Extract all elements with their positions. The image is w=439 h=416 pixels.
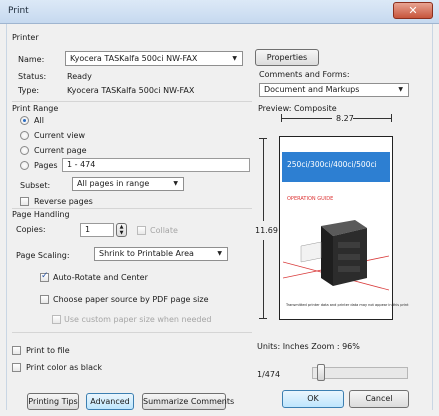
preview-width-value: 8.27 bbox=[336, 114, 354, 123]
preview-title: Preview: Composite bbox=[258, 104, 337, 113]
preview-cover-title: 250ci/300ci/400ci/500ci bbox=[287, 160, 377, 169]
type-label: Type: bbox=[18, 86, 40, 95]
print-to-file-checkbox[interactable] bbox=[12, 346, 21, 355]
custom-paper-size-label: Use custom paper size when needed bbox=[64, 315, 212, 324]
radio-all[interactable] bbox=[20, 116, 29, 125]
window-title: Print bbox=[8, 6, 29, 16]
title-bar bbox=[0, 0, 439, 24]
comments-forms-select[interactable]: Document and Markups ▼ bbox=[259, 83, 409, 97]
subset-label: Subset: bbox=[20, 181, 51, 190]
pages-input[interactable]: 1 - 474 bbox=[62, 158, 250, 172]
radio-pages[interactable] bbox=[20, 161, 29, 170]
height-line-top bbox=[263, 139, 264, 221]
print-range-title: Print Range bbox=[12, 104, 59, 113]
subset-value: All pages in range bbox=[77, 179, 150, 188]
width-line-left bbox=[282, 118, 332, 119]
collate-label: Collate bbox=[150, 226, 178, 235]
copies-input[interactable]: 1 bbox=[80, 223, 114, 237]
radio-pages-label: Pages bbox=[34, 161, 58, 170]
reverse-pages-label: Reverse pages bbox=[34, 197, 93, 206]
status-value: Ready bbox=[67, 72, 92, 81]
printer-illustration bbox=[283, 220, 389, 291]
printer-section-title: Printer bbox=[12, 33, 39, 42]
copies-stepper[interactable]: ▲ ▼ bbox=[116, 223, 127, 237]
radio-current-page-label: Current page bbox=[34, 146, 87, 155]
printer-name-select[interactable]: Kyocera TASKalfa 500ci NW-FAX ▼ bbox=[65, 51, 243, 66]
advanced-button[interactable]: Advanced bbox=[86, 393, 134, 410]
printer-name-value: Kyocera TASKalfa 500ci NW-FAX bbox=[70, 54, 198, 63]
chevron-down-icon: ▼ bbox=[173, 180, 178, 187]
comments-forms-label: Comments and Forms: bbox=[259, 70, 350, 79]
width-line-right bbox=[353, 118, 391, 119]
page-counter: 1/474 bbox=[257, 370, 281, 379]
cancel-button[interactable]: Cancel bbox=[349, 390, 409, 408]
print-to-file-label: Print to file bbox=[26, 346, 70, 355]
close-button[interactable]: ✕ bbox=[393, 2, 433, 19]
width-tick-right bbox=[391, 114, 392, 122]
printer-name-label: Name: bbox=[18, 55, 45, 64]
divider bbox=[12, 208, 252, 209]
copies-label: Copies: bbox=[16, 225, 46, 234]
auto-rotate-checkbox[interactable] bbox=[40, 271, 49, 282]
page-slider-track[interactable] bbox=[312, 367, 408, 379]
divider bbox=[12, 101, 252, 102]
stepper-down-icon: ▼ bbox=[119, 230, 124, 236]
radio-current-view-label: Current view bbox=[34, 131, 86, 140]
chevron-down-icon: ▼ bbox=[217, 250, 222, 257]
print-color-black-label: Print color as black bbox=[26, 363, 103, 372]
radio-current-view[interactable] bbox=[20, 131, 29, 140]
radio-all-label: All bbox=[34, 116, 44, 125]
chevron-down-icon: ▼ bbox=[398, 86, 403, 93]
page-handling-title: Page Handling bbox=[12, 210, 70, 219]
choose-paper-source-label: Choose paper source by PDF page size bbox=[53, 295, 209, 304]
chevron-down-icon: ▼ bbox=[232, 55, 237, 62]
page-scaling-select[interactable]: Shrink to Printable Area ▼ bbox=[94, 247, 228, 261]
divider bbox=[12, 332, 252, 333]
subset-select[interactable]: All pages in range ▼ bbox=[72, 177, 184, 191]
type-value: Kyocera TASKalfa 500ci NW-FAX bbox=[67, 86, 195, 95]
printing-tips-button[interactable]: Printing Tips bbox=[27, 393, 79, 410]
close-icon: ✕ bbox=[408, 4, 418, 17]
page-scaling-label: Page Scaling: bbox=[16, 251, 70, 260]
summarize-comments-button[interactable]: Summarize Comments bbox=[142, 393, 234, 410]
page-slider-handle[interactable] bbox=[317, 364, 325, 381]
page-scaling-value: Shrink to Printable Area bbox=[99, 249, 194, 258]
height-line-bottom bbox=[263, 240, 264, 318]
preview-cover-subtitle: OPERATION GUIDE bbox=[287, 196, 334, 202]
status-label: Status: bbox=[18, 72, 47, 81]
preview-cover-footer: Transmitted printer data and printer dat… bbox=[286, 303, 409, 307]
auto-rotate-label: Auto-Rotate and Center bbox=[53, 273, 148, 282]
collate-checkbox[interactable] bbox=[137, 226, 146, 235]
comments-forms-value: Document and Markups bbox=[264, 85, 360, 94]
custom-paper-size-checkbox[interactable] bbox=[52, 315, 61, 324]
print-color-black-checkbox[interactable] bbox=[12, 363, 21, 372]
units-zoom-text: Units: Inches Zoom : 96% bbox=[257, 342, 360, 351]
radio-current-page[interactable] bbox=[20, 146, 29, 155]
ok-button[interactable]: OK bbox=[282, 390, 344, 408]
properties-button[interactable]: Properties bbox=[255, 49, 319, 66]
height-tick-bottom bbox=[259, 318, 267, 319]
choose-paper-source-checkbox[interactable] bbox=[40, 295, 49, 304]
preview-height-value: 11.69 bbox=[255, 226, 278, 235]
reverse-pages-checkbox[interactable] bbox=[20, 197, 29, 206]
